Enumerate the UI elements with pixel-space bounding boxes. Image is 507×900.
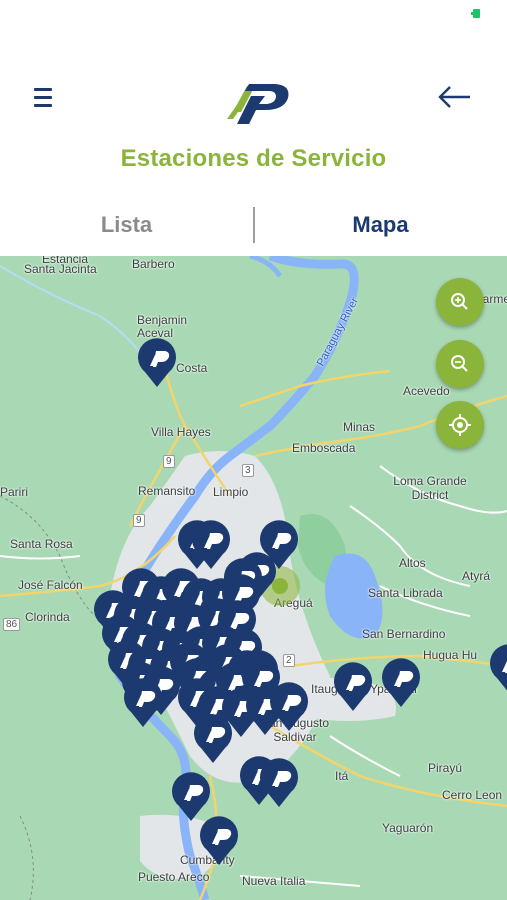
map-label: Minas bbox=[343, 420, 376, 434]
map-label: Remansito bbox=[138, 484, 196, 498]
map-label: Hugua Hu bbox=[423, 648, 478, 662]
map-pin-icon[interactable] bbox=[268, 680, 310, 732]
map-pin-icon[interactable] bbox=[332, 660, 374, 712]
map-label: Pirayú bbox=[428, 761, 463, 775]
map-label: San Bernardino bbox=[362, 627, 446, 641]
map-label: Villa Hayes bbox=[151, 425, 211, 439]
map-label: Nueva Italia bbox=[242, 874, 306, 888]
road-marker: 9 bbox=[133, 514, 145, 527]
road-marker: 9 bbox=[163, 455, 175, 468]
view-tabs: Lista Mapa bbox=[0, 200, 507, 250]
map-label: Costa bbox=[176, 361, 208, 375]
hamburger-menu-icon[interactable] bbox=[34, 88, 58, 110]
map-label: Limpio bbox=[213, 485, 249, 499]
map-label: Santa Librada bbox=[368, 586, 443, 600]
map-label: Itá bbox=[335, 769, 349, 783]
back-button[interactable] bbox=[436, 82, 476, 112]
map-pin-icon[interactable] bbox=[198, 814, 240, 866]
road-marker: 3 bbox=[242, 464, 254, 477]
map-pin-icon[interactable] bbox=[488, 642, 507, 694]
zoom-out-button[interactable] bbox=[436, 340, 484, 388]
app-header bbox=[0, 60, 507, 140]
map-label: Yaguarón bbox=[382, 821, 434, 835]
map-pin-icon[interactable] bbox=[192, 712, 234, 764]
map-label: José Falcón bbox=[18, 578, 83, 592]
map-label: Barbero bbox=[132, 257, 175, 271]
map-label: Pariri bbox=[0, 485, 29, 499]
map-view[interactable]: Estancia Santa Jacinta Barbero Benjamin … bbox=[0, 256, 507, 900]
my-location-button[interactable] bbox=[436, 401, 484, 449]
map-label: Emboscada bbox=[292, 441, 356, 455]
page-title: Estaciones de Servicio bbox=[120, 145, 387, 172]
map-pin-icon[interactable] bbox=[258, 756, 300, 808]
status-bar bbox=[0, 0, 507, 30]
map-label: Clorinda bbox=[25, 610, 70, 624]
map-label: Santa Rosa bbox=[10, 537, 73, 551]
battery-icon bbox=[471, 9, 480, 18]
map-label: Atyrá bbox=[462, 569, 491, 583]
arrow-left-icon bbox=[438, 86, 470, 108]
map-pin-icon[interactable] bbox=[122, 676, 164, 728]
map-label: Cerro Leon bbox=[442, 788, 503, 802]
road-marker: 86 bbox=[3, 618, 21, 631]
map-label: Puesto Areco bbox=[138, 870, 210, 884]
tab-mapa[interactable]: Mapa bbox=[254, 212, 507, 238]
map-label: Santa Jacinta bbox=[24, 262, 97, 276]
tab-lista[interactable]: Lista bbox=[0, 212, 253, 238]
zoom-in-button[interactable] bbox=[436, 278, 484, 326]
zoom-in-icon bbox=[451, 293, 468, 310]
zoom-out-icon bbox=[451, 355, 468, 372]
brand-logo bbox=[225, 74, 295, 124]
map-label: Loma Grande District bbox=[393, 474, 467, 502]
map-pin-icon[interactable] bbox=[380, 656, 422, 708]
map-pin-icon[interactable] bbox=[136, 336, 178, 388]
my-location-icon bbox=[449, 414, 471, 436]
map-label: Altos bbox=[399, 556, 426, 570]
road-marker: 2 bbox=[283, 654, 295, 667]
